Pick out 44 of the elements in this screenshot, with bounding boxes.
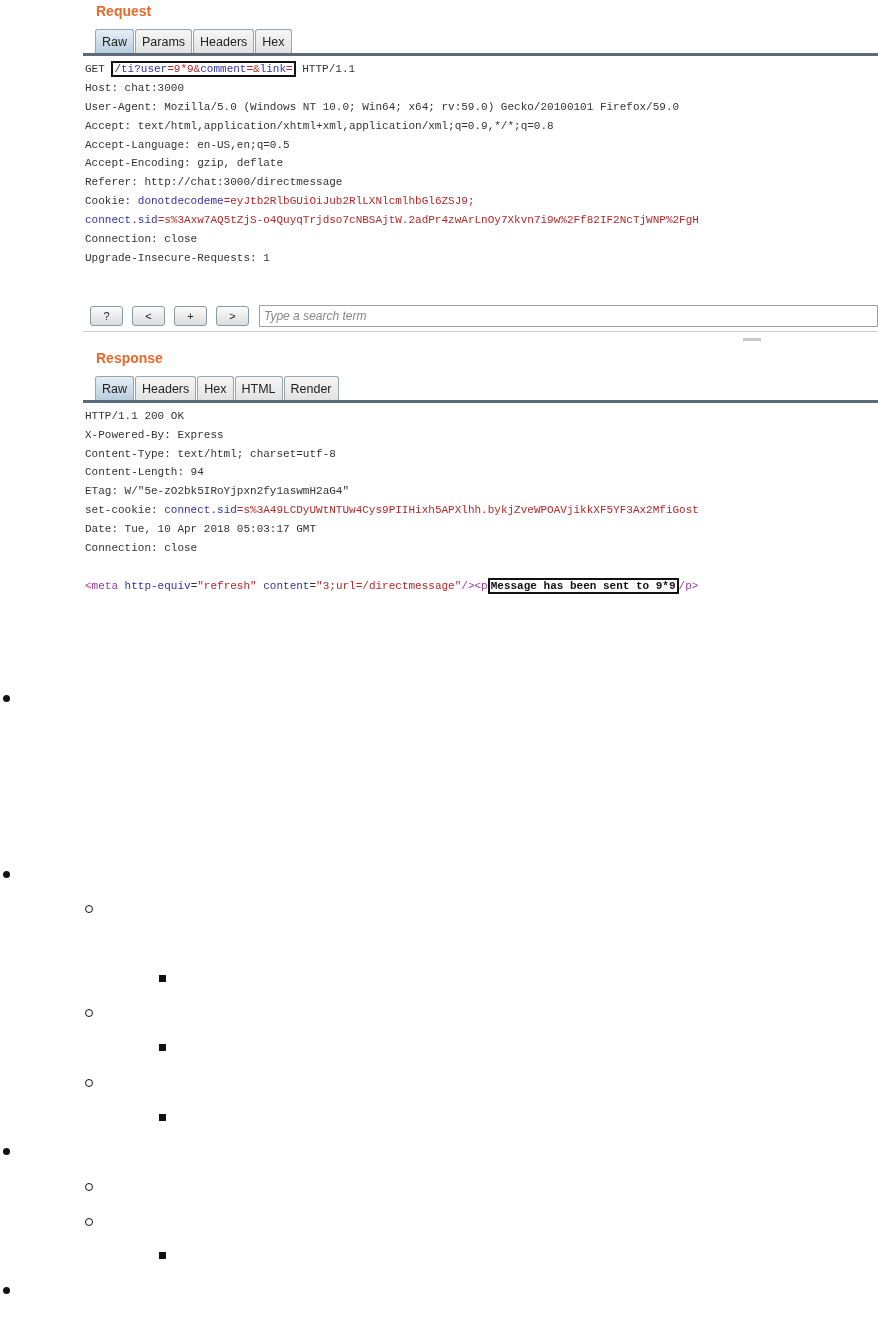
code-line: GET /ti?user=9*9&comment=&link= HTTP/1.1 [85,60,357,79]
tab[interactable]: Hex [197,375,234,400]
tab[interactable]: Raw [95,375,134,400]
tab[interactable]: Headers [135,375,197,400]
code-line: Connection: close [85,541,199,557]
code-line: set-cookie: connect.sid=s%3A49LCDyUWtNTUw4Cys9PIIHixh5APXlhh.bykjZveWPOAVjikkXF5YF3Ax2MfiGost [85,503,700,519]
bullet-icon [3,1286,10,1294]
toolbar-button[interactable]: ? [90,306,123,327]
toolbar-button[interactable]: + [174,306,207,327]
code-line: User-Agent: Mozilla/5.0 (Windows NT 10.0; Win64; x64; rv:59.0) Gecko/20100101 Firefox/59.0 [85,99,681,115]
tab[interactable]: Hex [255,29,292,53]
tab[interactable]: Params [135,29,193,53]
code-line: Accept: text/html,application/xhtml+xml,application/xml;q=0.9,*/*;q=0.8 [85,118,555,134]
bullet-icon [159,1252,166,1260]
search-field[interactable]: Type a search term [259,305,878,328]
tab[interactable]: Raw [95,29,134,53]
bullet-icon [3,694,10,702]
code-line: Referer: http://chat:3000/directmessage [85,175,344,191]
code-line: Content-Length: 94 [85,465,205,481]
bullet-icon [3,1148,10,1156]
tab[interactable]: Render [283,375,339,400]
code-line: Date: Tue, 10 Apr 2018 05:03:17 GMT [85,522,318,538]
code-line: Upgrade-Insecure-Requests: 1 [85,250,271,266]
toolbar-button[interactable]: < [132,306,165,327]
bullet-icon [159,974,166,982]
code-line: HTTP/1.1 200 OK [85,408,186,424]
toolbar-button[interactable]: > [216,306,249,327]
bullet-icon [159,1044,166,1052]
code-line: Content-Type: text/html; charset=utf-8 [85,446,337,462]
code-line: ETag: W/"5e-zO2bk5IRoYjpxn2fy1aswmH2aG4" [85,484,351,500]
tab[interactable]: HTML [234,375,283,400]
code-line: Accept-Encoding: gzip, deflate [85,156,285,172]
bullet-icon [3,870,10,878]
bullet-icon [159,1113,166,1121]
tab[interactable]: Headers [193,29,255,53]
code-line: Host: chat:3000 [85,80,186,96]
code-line: Accept-Language: en-US,en;q=0.5 [85,137,291,153]
code-line: connect.sid=s%3Axw7AQ5tZjS-o4QuyqTrjdso7cNBSAjtW.2adPr4zwArLnOy7Xkvn7i9w%2Ff82IF2NcTjWNP%2FgH [85,213,700,229]
code-line: X-Powered-By: Express [85,427,225,443]
request-title: Request [95,2,153,21]
code-line: <meta http-equiv="refresh" content="3;url=/directmessage"/><p Message has been sent to 9*9 /p> [85,576,700,596]
response-title: Response [95,348,164,368]
code-line: Connection: close [85,232,199,247]
code-line: Cookie: donotdecodeme=eyJtb2RlbGUiOiJub2RlLXNlcmlhbGl6ZSJ9; [85,194,476,210]
